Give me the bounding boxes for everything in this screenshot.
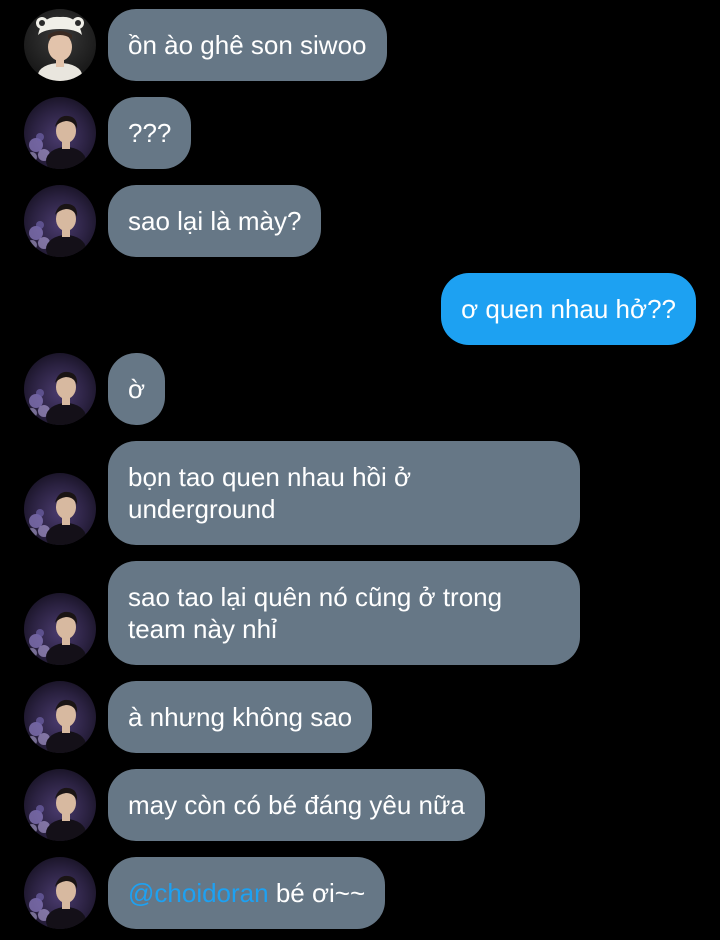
avatar[interactable] <box>24 97 96 169</box>
message-text: may còn có bé đáng yêu nữa <box>128 790 465 820</box>
avatar[interactable] <box>24 185 96 257</box>
message-text: ờ <box>128 374 146 404</box>
avatar[interactable] <box>24 9 96 81</box>
avatar-image <box>24 593 96 665</box>
avatar-image <box>24 681 96 753</box>
avatar-image <box>24 185 96 257</box>
message-text: bọn tao quen nhau hồi ở underground <box>128 462 412 524</box>
message-text: à nhưng không sao <box>128 702 353 732</box>
message-text: sao lại là mày? <box>128 206 302 236</box>
avatar[interactable] <box>24 769 96 841</box>
message-text: bé ơi~~ <box>268 878 366 908</box>
message-bubble[interactable]: ??? <box>108 97 192 169</box>
avatar-image <box>24 857 96 929</box>
mention-link[interactable]: @choidoran <box>128 878 269 908</box>
avatar-image <box>24 769 96 841</box>
message-bubble-outgoing[interactable]: ơ quen nhau hở?? <box>441 273 696 345</box>
message-bubble[interactable]: ồn ào ghê son siwoo <box>108 9 387 81</box>
avatar-image <box>24 353 96 425</box>
message-bubble[interactable]: may còn có bé đáng yêu nữa <box>108 769 485 841</box>
avatar[interactable] <box>24 681 96 753</box>
avatar-image <box>24 9 96 81</box>
message-text: sao tao lại quên nó cũng ở trong team nà… <box>128 582 503 644</box>
message-bubble[interactable]: bọn tao quen nhau hồi ở underground <box>108 441 580 545</box>
avatar[interactable] <box>24 593 96 665</box>
avatar[interactable] <box>24 857 96 929</box>
message-text: ơ quen nhau hở?? <box>461 294 676 324</box>
avatar-image <box>24 473 96 545</box>
message-bubble[interactable]: @choidoran bé ơi~~ <box>108 857 386 929</box>
avatar[interactable] <box>24 473 96 545</box>
avatar-image <box>24 97 96 169</box>
message-bubble[interactable]: ờ <box>108 353 166 425</box>
message-bubble[interactable]: à nhưng không sao <box>108 681 373 753</box>
message-bubble[interactable]: sao lại là mày? <box>108 185 322 257</box>
message-bubble[interactable]: sao tao lại quên nó cũng ở trong team nà… <box>108 561 580 665</box>
message-text: ??? <box>128 118 172 148</box>
message-text: ồn ào ghê son siwoo <box>128 30 367 60</box>
avatar[interactable] <box>24 353 96 425</box>
